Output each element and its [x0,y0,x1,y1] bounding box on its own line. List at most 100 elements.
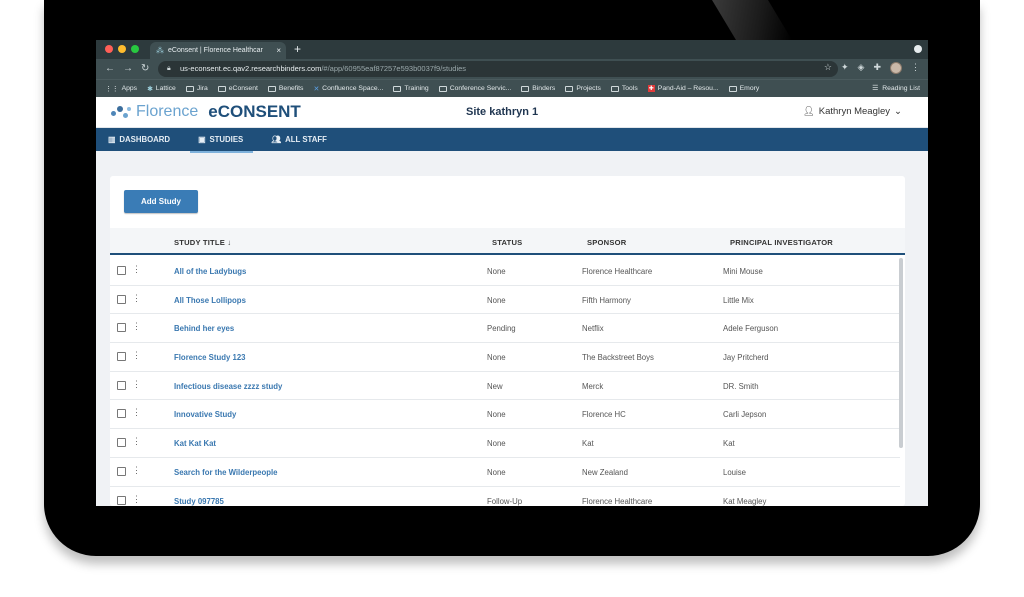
nav-all-staff[interactable]: 👥︎ ALL STAFF [271,128,345,151]
bookmark-jira[interactable]: Jira [185,85,208,92]
url-input[interactable]: 🔒︎ us-econsent.ec.qav2.researchbinders.c… [158,61,838,77]
new-tab-button[interactable]: + [294,41,301,58]
study-sponsor: Kat [582,439,594,449]
row-checkbox[interactable] [117,352,126,362]
column-header-status[interactable]: STATUS [492,238,522,247]
row-menu-icon[interactable]: ⋮ [132,465,141,475]
table-row: ⋮ All of the Ladybugs None Florence Heal… [110,257,900,286]
row-menu-icon[interactable]: ⋮ [132,264,141,274]
study-status: None [487,410,506,420]
bookmark-training[interactable]: Training [393,85,429,92]
logo-econsent-text: eCONSENT [208,102,301,121]
minimize-window-icon[interactable] [118,45,126,53]
profile-dot-icon[interactable] [914,45,922,53]
chevron-down-icon: ⌄ [894,106,902,117]
user-name: Kathryn Meagley [818,106,891,117]
study-status: New [487,381,503,391]
bookmark-lattice[interactable]: ✱ Lattice [147,85,176,93]
study-sponsor: Netflix [582,324,604,334]
study-title-link[interactable]: Behind her eyes [174,324,234,333]
study-title-link[interactable]: Study 097785 [174,497,224,506]
study-title-link[interactable]: Search for the Wilderpeople [174,468,277,477]
study-pi: Adele Ferguson [723,324,779,334]
bookmark-confluence[interactable]: ✕ Confluence Space... [313,85,383,93]
study-title-link[interactable]: All of the Ladybugs [174,267,246,276]
star-icon[interactable]: ☆ [824,62,832,74]
folder-icon [565,85,574,92]
reading-list-button[interactable]: ☰ Reading List [872,84,920,93]
url-host: us-econsent.ec.qav2.researchbinders.com [180,64,322,73]
reading-list-icon: ☰ [872,85,879,92]
row-checkbox[interactable] [117,266,126,275]
url-path: /#/app/60955eaf87257e593b0037f9/studies [321,64,467,73]
nav-dashboard[interactable]: ▥ DASHBOARD [108,128,188,151]
bookmark-binders[interactable]: Binders [521,85,555,92]
bookmark-pand-aid[interactable]: ✚ Pand-Aid – Resou... [647,85,719,92]
bookmark-apps[interactable]: ⋮⋮ Apps [105,85,137,93]
bookmark-econsent[interactable]: eConsent [217,85,258,92]
bookmark-tools[interactable]: Tools [610,85,638,92]
favicon-icon: ⁂ [156,46,164,55]
study-title-link[interactable]: Innovative Study [174,410,236,419]
bookmark-projects[interactable]: Projects [565,85,601,92]
row-checkbox[interactable] [117,409,126,419]
row-menu-icon[interactable]: ⋮ [132,494,141,504]
row-checkbox[interactable] [117,466,126,476]
close-window-icon[interactable] [105,45,113,53]
column-header-pi[interactable]: PRINCIPAL INVESTIGATOR [730,238,833,247]
apps-grid-icon: ⋮⋮ [105,85,119,93]
reload-icon[interactable]: ↻ [141,62,149,75]
study-pi: Kat Meagley [723,496,767,506]
menu-kebab-icon[interactable]: ⋮ [911,62,920,74]
row-menu-icon[interactable]: ⋮ [132,321,141,331]
table-row: ⋮ Florence Study 123 None The Backstreet… [110,343,900,372]
study-title-link[interactable]: All Those Lollipops [174,296,246,305]
profile-avatar[interactable] [890,62,902,74]
row-menu-icon[interactable]: ⋮ [132,293,141,303]
folder-icon [393,85,402,92]
bookmark-benefits[interactable]: Benefits [267,85,303,92]
row-menu-icon[interactable]: ⋮ [132,379,141,389]
extension-2-icon[interactable]: ◈ [858,62,865,74]
browser-tab[interactable]: ⁂ eConsent | Florence Healthcar × [150,42,286,59]
row-checkbox[interactable] [117,380,126,390]
row-menu-icon[interactable]: ⋮ [132,436,141,446]
row-menu-icon[interactable]: ⋮ [132,407,141,417]
folder-icon [217,85,226,92]
row-checkbox[interactable] [117,323,126,333]
user-menu[interactable]: 👤︎ Kathryn Meagley ⌄ [803,106,902,117]
puzzle-icon[interactable]: ✚ [873,62,881,74]
study-title-link[interactable]: Infectious disease zzzz study [174,382,282,391]
study-pi: Louise [723,467,746,477]
extension-icon[interactable]: ✦ [841,62,849,74]
study-title-link[interactable]: Kat Kat Kat [174,439,216,448]
table-scrollbar[interactable] [899,258,903,448]
study-title-link[interactable]: Florence Study 123 [174,353,246,362]
row-menu-icon[interactable]: ⋮ [132,350,141,360]
study-status: None [487,439,506,449]
bookmark-conference[interactable]: Conference Servic... [438,85,511,92]
bookmark-emory[interactable]: Emory [728,85,759,92]
table-row: ⋮ Infectious disease zzzz study New Merc… [110,372,900,401]
lattice-icon: ✱ [147,85,153,93]
nav-studies[interactable]: ▣ STUDIES [190,128,261,153]
table-row: ⋮ Study 097785 Follow-Up Florence Health… [110,487,900,507]
row-checkbox[interactable] [117,294,126,304]
forward-icon[interactable]: → [123,62,133,75]
folder-icon [610,85,619,92]
folder-icon [521,85,530,92]
study-sponsor: New Zealand [582,467,628,477]
column-header-title[interactable]: STUDY TITLE ↓ [174,238,231,247]
row-checkbox[interactable] [117,495,126,505]
column-header-sponsor[interactable]: SPONSOR [587,238,626,247]
browser-toolbar-icons: ☆ ✦ ◈ ✚ ⋮ [824,62,920,74]
row-checkbox[interactable] [117,438,126,448]
florence-logo[interactable]: Florence eCONSENT [110,102,301,122]
study-status: None [487,353,506,363]
maximize-window-icon[interactable] [131,45,139,53]
screen: ⁂ eConsent | Florence Healthcar × + ← → … [96,40,928,506]
back-icon[interactable]: ← [105,62,115,75]
tab-close-icon[interactable]: × [276,42,281,59]
add-study-button[interactable]: Add Study [124,190,198,213]
study-status: None [487,467,506,477]
